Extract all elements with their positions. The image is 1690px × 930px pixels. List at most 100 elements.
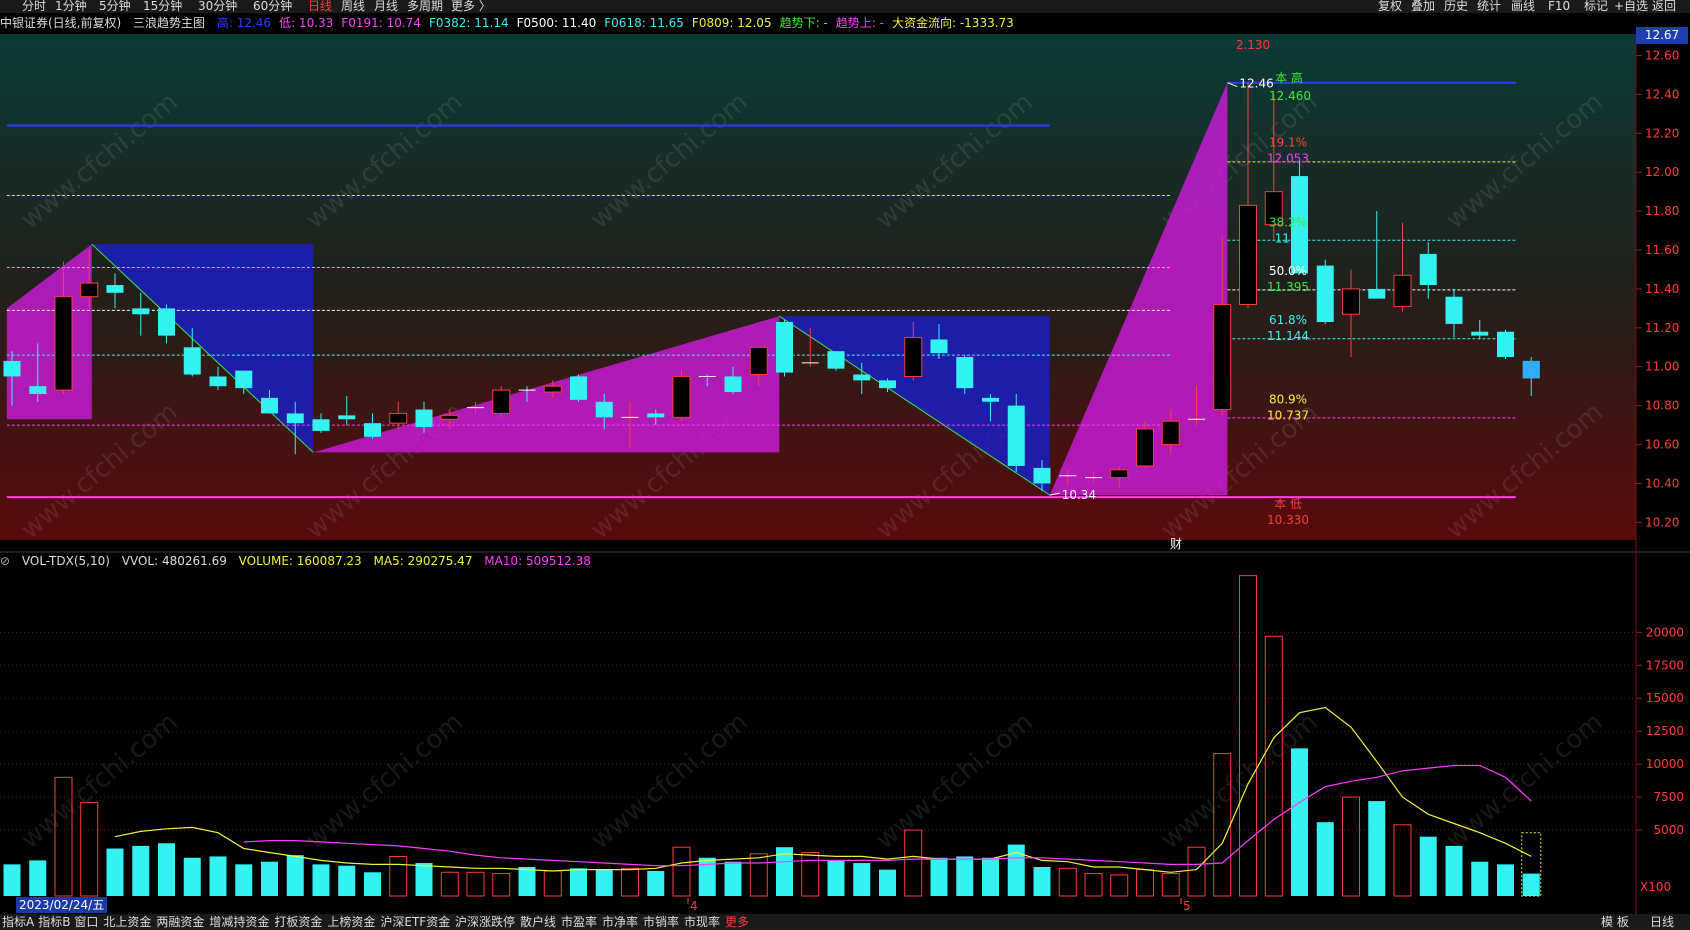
- bottom-tab-7[interactable]: 上榜资金: [327, 914, 375, 930]
- fib-pct-3: 61.8%: [1269, 313, 1307, 327]
- candle-body-down: [338, 415, 356, 420]
- bottom-right-0[interactable]: 模 板: [1601, 914, 1629, 930]
- candle-body-down: [724, 376, 742, 393]
- tool-button-1[interactable]: 叠加: [1411, 0, 1435, 13]
- tool-button-2[interactable]: 历史: [1444, 0, 1468, 13]
- info-item-7: 趋势下: -: [779, 16, 828, 30]
- candle-body-down: [235, 370, 253, 389]
- candle-body-down: [209, 376, 227, 387]
- volume-bar-down: [183, 857, 201, 896]
- period-tab-6[interactable]: 日线: [308, 0, 332, 13]
- period-tab-2[interactable]: 5分钟: [99, 0, 131, 13]
- volume-bar-up: [543, 870, 562, 897]
- tool-button-7[interactable]: +自选: [1614, 0, 1648, 13]
- info-item-2: F0191: 10.74: [341, 16, 421, 30]
- price-tick-label: 12.60: [1645, 48, 1679, 62]
- candle-body-up: [80, 282, 99, 298]
- bottom-tab-4[interactable]: 两融资金: [156, 914, 204, 930]
- chart-canvas: www.cfchi.com www.cfchi.com www.cfchi.com w…: [0, 34, 1690, 914]
- info-item-6: F0809: 12.05: [691, 16, 772, 30]
- period-tab-0[interactable]: 分时: [22, 0, 46, 13]
- price-tick-label: 11.20: [1645, 321, 1679, 335]
- fib-value-0: 12.053: [1267, 152, 1309, 166]
- info-item-3: F0382: 11.14: [428, 16, 509, 30]
- fib-value-4: 10.737: [1267, 409, 1309, 423]
- price-tick-label: 10.40: [1645, 476, 1679, 490]
- volume-bar-down: [1445, 845, 1463, 896]
- period-tab-3[interactable]: 15分钟: [143, 0, 182, 13]
- volume-bar-up: [749, 853, 768, 897]
- tool-button-8[interactable]: 返回: [1652, 0, 1676, 13]
- bottom-tab-9[interactable]: 沪深涨跌停: [455, 914, 515, 930]
- candle-body-down: [261, 397, 278, 414]
- bottom-tab-12[interactable]: 市净率: [602, 914, 638, 930]
- top-label: 2.130: [1236, 38, 1270, 52]
- price-tick-label: 11.40: [1645, 282, 1679, 296]
- candle-body-down: [982, 397, 999, 402]
- volume-layer: [0, 575, 1636, 897]
- bottom-tab-11[interactable]: 市盈率: [561, 914, 597, 930]
- info-item-8: 趋势上: -: [835, 16, 884, 30]
- tool-button-0[interactable]: 复权: [1378, 0, 1402, 13]
- info-item-0: 高: 12.46: [216, 16, 272, 30]
- period-tab-9[interactable]: 多周期: [407, 0, 443, 13]
- period-tab-4[interactable]: 30分钟: [198, 0, 237, 13]
- indicator-info-line: 中银证券(日线,前复权) 三浪趋势主图 高: 12.46 低: 10.33 F019…: [0, 14, 1636, 32]
- candle-body-up: [389, 412, 408, 424]
- stock-title: 中银证券(日线,前复权): [0, 16, 122, 30]
- period-tab-5[interactable]: 60分钟: [253, 0, 292, 13]
- volume-bar-down: [1033, 866, 1051, 896]
- vol-tick-label: 15000: [1646, 691, 1684, 705]
- bottom-tab-3[interactable]: 北上资金: [103, 914, 151, 930]
- low-value: 10.330: [1267, 513, 1309, 527]
- candle-body-down: [132, 308, 150, 315]
- bottom-tab-13[interactable]: 市销率: [643, 914, 679, 930]
- collapse-icon[interactable]: ⊘: [0, 554, 10, 568]
- tool-button-3[interactable]: 统计: [1477, 0, 1501, 13]
- bottom-tab-14[interactable]: 市现率: [684, 914, 720, 930]
- period-tab-7[interactable]: 周线: [341, 0, 365, 13]
- bottom-tab-1[interactable]: 指标B: [38, 914, 70, 930]
- fib-pct-0: 19.1%: [1269, 136, 1307, 150]
- fib-value-3: 11.144: [1267, 329, 1309, 343]
- bottom-tab-15[interactable]: 更多: [725, 914, 749, 930]
- period-tab-1[interactable]: 1分钟: [55, 0, 87, 13]
- candle-body-down: [364, 423, 381, 437]
- bottom-tab-8[interactable]: 沪深ETF资金: [380, 914, 450, 930]
- bottom-tab-0[interactable]: 指标A: [2, 914, 34, 930]
- candle-body-up: [672, 375, 691, 418]
- candle-body-down: [879, 380, 896, 389]
- volume-bar-up: [1187, 846, 1206, 897]
- vol-indicator-name[interactable]: VOL-TDX(5,10): [22, 554, 110, 568]
- vol-tick-label: 5000: [1653, 823, 1684, 837]
- candle-body-down: [183, 347, 201, 375]
- candle-body-down: [158, 308, 175, 336]
- period-tab-10[interactable]: 更多 〉: [451, 0, 491, 13]
- tool-button-4[interactable]: 画线: [1511, 0, 1535, 13]
- tool-button-5[interactable]: F10: [1548, 0, 1570, 13]
- volume-bar-down: [415, 863, 433, 896]
- watermark-text: www.cfchi.com: [15, 707, 184, 855]
- bottom-right-1[interactable]: 日线: [1650, 914, 1674, 930]
- bottom-tab-5[interactable]: 增减持资金: [209, 914, 269, 930]
- price-tick-label: 11.60: [1645, 243, 1679, 257]
- indicator-dropdown[interactable]: 三浪趋势主图: [133, 16, 205, 30]
- price-tick-label: 10.60: [1645, 438, 1679, 452]
- watermark-text: www.cfchi.com: [1440, 707, 1609, 855]
- fib-pct-2: 50.0%: [1269, 264, 1307, 278]
- volume-bar-down: [132, 845, 150, 896]
- watermark-text: www.cfchi.com: [585, 707, 754, 855]
- last-price-box: 12.67: [1636, 27, 1688, 44]
- bottom-tab-10[interactable]: 散户线: [520, 914, 556, 930]
- bottom-tab-6[interactable]: 打板资金: [274, 914, 322, 930]
- volume-bar-down: [1497, 864, 1514, 896]
- volume-bar-down: [647, 870, 665, 896]
- tool-button-6[interactable]: 标记: [1584, 0, 1608, 13]
- vol-tick-label: 17500: [1646, 658, 1684, 672]
- bottom-tab-2[interactable]: 窗口: [74, 914, 98, 930]
- period-tab-8[interactable]: 月线: [374, 0, 398, 13]
- candle-body-up: [749, 346, 768, 376]
- high-label: 本 高: [1275, 70, 1303, 85]
- vol-unit: X100: [1640, 880, 1671, 894]
- candle-body-down: [3, 360, 21, 377]
